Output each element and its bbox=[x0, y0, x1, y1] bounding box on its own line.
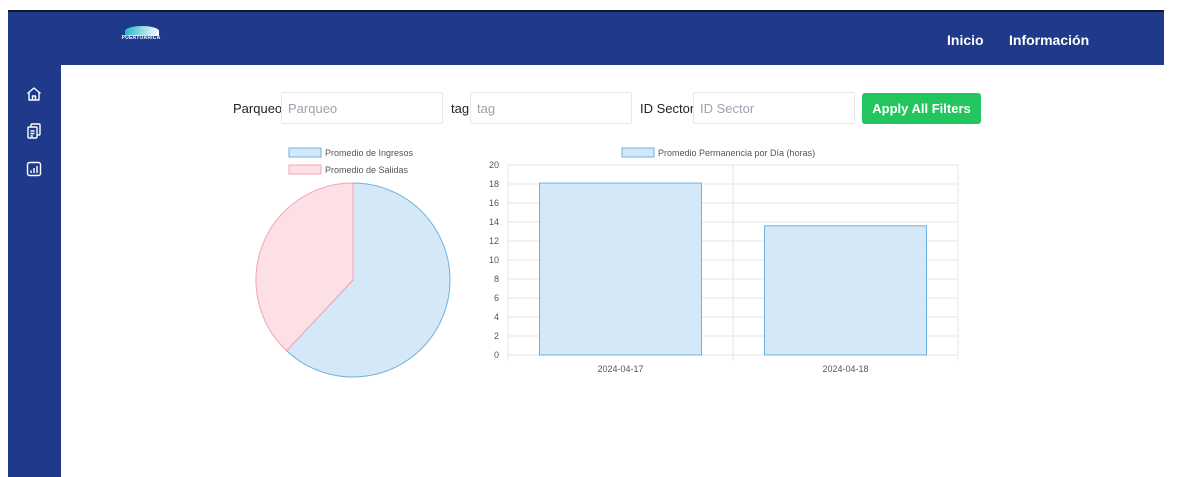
x-tick-label: 2024-04-17 bbox=[597, 364, 643, 374]
parqueo-input[interactable] bbox=[281, 92, 443, 124]
y-tick-label: 8 bbox=[494, 274, 499, 284]
id-sector-label: ID Sector: bbox=[640, 101, 698, 116]
window-frame-top bbox=[0, 0, 1179, 10]
y-tick-label: 6 bbox=[494, 293, 499, 303]
y-tick-label: 2 bbox=[494, 331, 499, 341]
pie-legend-label: Promedio de Ingresos bbox=[325, 148, 414, 158]
x-tick-label: 2024-04-18 bbox=[822, 364, 868, 374]
pie-legend-label: Promedio de Salidas bbox=[325, 165, 409, 175]
pie-legend-swatch bbox=[288, 147, 322, 158]
clipboard-icon[interactable] bbox=[25, 122, 43, 140]
y-tick-label: 12 bbox=[489, 236, 499, 246]
pie-slice bbox=[285, 182, 451, 378]
bar bbox=[539, 182, 702, 356]
tag-input[interactable] bbox=[470, 92, 632, 124]
y-tick-label: 16 bbox=[489, 198, 499, 208]
apply-all-filters-button[interactable]: Apply All Filters bbox=[862, 93, 981, 124]
bar bbox=[764, 225, 927, 356]
y-tick-label: 18 bbox=[489, 179, 499, 189]
y-tick-label: 10 bbox=[489, 255, 499, 265]
nav-inicio-link[interactable]: Inicio bbox=[947, 32, 984, 48]
logo-text: PUERTOARICA bbox=[121, 35, 161, 41]
bar-legend-label: Promedio Permanencia por Día (horas) bbox=[658, 148, 815, 158]
y-tick-label: 20 bbox=[489, 160, 499, 170]
y-tick-label: 4 bbox=[494, 312, 499, 322]
pie-slice bbox=[255, 182, 354, 352]
window-frame-left bbox=[0, 0, 8, 477]
nav-informacion-link[interactable]: Información bbox=[1009, 32, 1089, 48]
sidebar bbox=[8, 65, 61, 477]
y-tick-label: 14 bbox=[489, 217, 499, 227]
parqueo-label: Parqueo bbox=[233, 101, 283, 116]
id-sector-input[interactable] bbox=[693, 92, 855, 124]
pie-legend-swatch bbox=[288, 164, 322, 175]
top-navbar: PUERTOARICA Inicio Información bbox=[8, 10, 1164, 65]
brand-logo[interactable]: PUERTOARICA bbox=[111, 26, 171, 44]
charts-area: Promedio de Ingresos Promedio de Salidas P… bbox=[255, 147, 959, 378]
home-icon[interactable] bbox=[25, 85, 43, 103]
y-tick-label: 0 bbox=[494, 350, 499, 360]
window-frame-right bbox=[1164, 0, 1179, 477]
bar-legend-swatch bbox=[621, 147, 655, 158]
chart-icon[interactable] bbox=[25, 160, 43, 178]
